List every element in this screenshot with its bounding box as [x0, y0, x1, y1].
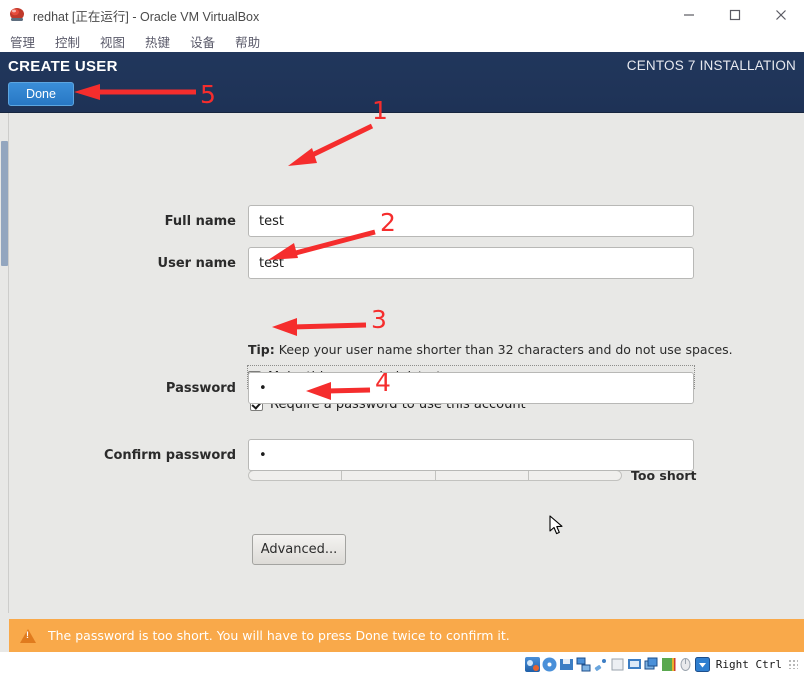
installation-label: CENTOS 7 INSTALLATION	[627, 58, 796, 73]
confirm-password-label: Confirm password	[24, 448, 248, 463]
virtualbox-icon	[9, 7, 25, 23]
warning-triangle-icon	[20, 629, 36, 643]
optical-disk-icon[interactable]	[542, 657, 557, 672]
menu-manage[interactable]: 管理	[10, 32, 35, 51]
menu-view[interactable]: 视图	[100, 32, 125, 51]
user-name-row: User name test	[24, 247, 694, 279]
menu-hotkey[interactable]: 热键	[145, 32, 170, 51]
confirm-password-input[interactable]: •	[248, 439, 694, 471]
user-name-input[interactable]: test	[248, 247, 694, 279]
minimize-button[interactable]	[666, 0, 712, 30]
user-name-tip: Tip: Keep your user name shorter than 32…	[248, 342, 733, 357]
network-icon[interactable]	[576, 657, 591, 672]
strength-segment	[249, 471, 342, 480]
advanced-button[interactable]: Advanced...	[252, 534, 346, 565]
mouse-icon[interactable]	[678, 657, 693, 672]
window-title: redhat [正在运行] - Oracle VM VirtualBox	[33, 6, 259, 25]
titlebar: redhat [正在运行] - Oracle VM VirtualBox	[0, 0, 804, 30]
virtualbox-window: redhat [正在运行] - Oracle VM VirtualBox 管理 …	[0, 0, 804, 676]
password-row: Password •	[24, 372, 694, 404]
password-label: Password	[24, 381, 248, 396]
strength-segment	[436, 471, 529, 480]
hard-disk-icon[interactable]	[525, 657, 540, 672]
full-name-input[interactable]: test	[248, 205, 694, 237]
full-name-row: Full name test	[24, 205, 694, 237]
maximize-button[interactable]	[712, 0, 758, 30]
page-title: CREATE USER	[8, 58, 118, 75]
display-icon[interactable]	[627, 657, 642, 672]
page-scrollbar-thumb[interactable]	[1, 141, 8, 266]
vbox-statusbar: Right Ctrl	[0, 652, 804, 676]
floppy-icon[interactable]	[559, 657, 574, 672]
password-strength-bar	[248, 470, 622, 481]
menubar: 管理 控制 视图 热键 设备 帮助	[0, 30, 804, 52]
features-icon[interactable]	[661, 657, 676, 672]
tip-text: Keep your user name shorter than 32 char…	[275, 342, 733, 357]
installer-body: Full name test User name test Tip: Keep …	[0, 113, 804, 652]
guest-screen: CREATE USER Done CENTOS 7 INSTALLATION u…	[0, 52, 804, 652]
close-button[interactable]	[758, 0, 804, 30]
user-name-label: User name	[24, 256, 248, 271]
installer-header: CREATE USER Done CENTOS 7 INSTALLATION	[0, 52, 804, 113]
host-key-icon[interactable]	[695, 657, 710, 672]
warning-text: The password is too short. You will have…	[48, 628, 510, 643]
shared-folders-icon[interactable]	[610, 657, 625, 672]
strength-segment	[529, 471, 621, 480]
resize-grip[interactable]	[788, 659, 798, 669]
window-controls	[666, 0, 804, 30]
tip-prefix: Tip:	[248, 342, 275, 357]
strength-segment	[342, 471, 435, 480]
menu-help[interactable]: 帮助	[235, 32, 260, 51]
menu-devices[interactable]: 设备	[190, 32, 215, 51]
video-capture-icon[interactable]	[644, 657, 659, 672]
menu-control[interactable]: 控制	[55, 32, 80, 51]
full-name-label: Full name	[24, 214, 248, 229]
confirm-password-row: Confirm password •	[24, 439, 694, 471]
done-button[interactable]: Done	[8, 82, 74, 106]
host-key-label: Right Ctrl	[716, 658, 782, 671]
usb-icon[interactable]	[593, 657, 608, 672]
warning-bar: The password is too short. You will have…	[9, 619, 804, 652]
password-input[interactable]: •	[248, 372, 694, 404]
page-scrollbar[interactable]	[0, 113, 9, 613]
